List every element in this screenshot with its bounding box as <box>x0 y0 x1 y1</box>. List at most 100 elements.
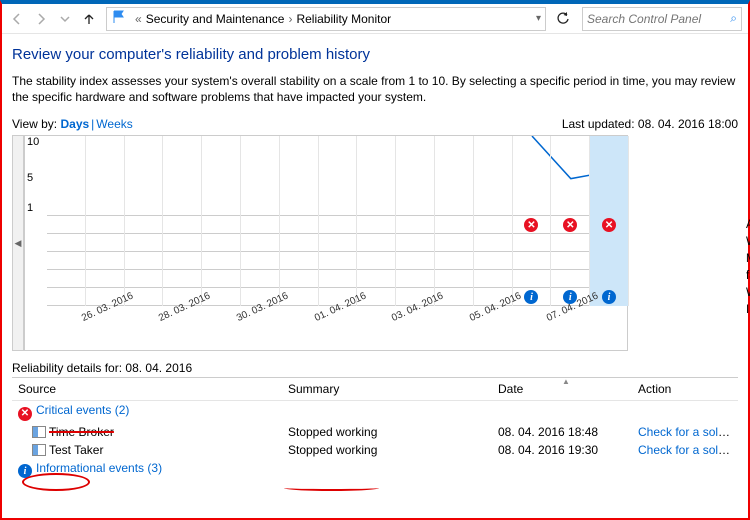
check-solution-link[interactable]: Check for a solution <box>638 425 738 439</box>
event-cell[interactable] <box>551 270 590 288</box>
event-cell[interactable] <box>163 270 202 288</box>
event-cell[interactable] <box>435 270 474 288</box>
chart-column[interactable] <box>319 136 358 216</box>
breadcrumb-dropdown-icon[interactable]: ▾ <box>536 13 541 24</box>
chart-column[interactable] <box>396 136 435 216</box>
breadcrumb-item[interactable]: Reliability Monitor <box>296 12 391 26</box>
event-cell[interactable] <box>163 252 202 270</box>
breadcrumb-overflow[interactable]: « <box>135 12 142 26</box>
group-label[interactable]: Critical events <box>36 403 111 417</box>
event-cell[interactable] <box>47 252 86 270</box>
scroll-earlier-button[interactable]: ◀ <box>12 135 24 351</box>
chart-column[interactable] <box>125 136 164 216</box>
event-cell[interactable] <box>396 216 435 234</box>
event-cell[interactable] <box>319 270 358 288</box>
event-cell[interactable]: ✕ <box>513 216 552 234</box>
event-cell[interactable] <box>125 234 164 252</box>
event-cell[interactable] <box>47 270 86 288</box>
forward-button[interactable] <box>30 8 52 30</box>
reliability-chart[interactable]: 10 5 1 ✕✕✕iii 26. 03. 201628. 03. 201630… <box>24 135 628 351</box>
group-label[interactable]: Informational events <box>36 461 144 475</box>
group-row[interactable]: ✕Critical events (2) <box>12 401 738 423</box>
check-solution-link[interactable]: Check for a solution <box>638 443 738 457</box>
col-date[interactable]: ▲Date <box>492 378 632 401</box>
col-action[interactable]: Action <box>632 378 738 401</box>
col-summary[interactable]: Summary <box>282 378 492 401</box>
chart-column[interactable] <box>513 136 552 216</box>
event-cell[interactable] <box>435 234 474 252</box>
event-cell[interactable] <box>396 234 435 252</box>
event-cell[interactable] <box>280 234 319 252</box>
view-by-weeks[interactable]: Weeks <box>96 117 132 131</box>
chart-column[interactable] <box>241 136 280 216</box>
event-cell[interactable] <box>551 252 590 270</box>
search-input[interactable] <box>587 12 730 26</box>
table-row[interactable]: Test TakerStopped working08. 04. 2016 19… <box>12 441 738 459</box>
event-cell[interactable] <box>163 234 202 252</box>
event-cell[interactable] <box>241 234 280 252</box>
event-cell[interactable] <box>319 234 358 252</box>
event-cell[interactable] <box>396 270 435 288</box>
event-cell[interactable] <box>513 252 552 270</box>
event-cell[interactable] <box>590 234 629 252</box>
event-cell[interactable] <box>319 252 358 270</box>
event-cell[interactable]: ✕ <box>551 216 590 234</box>
search-icon[interactable]: ⌕ <box>730 11 737 26</box>
chart-column[interactable] <box>474 136 513 216</box>
chart-column[interactable] <box>435 136 474 216</box>
view-by-days[interactable]: Days <box>60 117 89 131</box>
event-cell[interactable] <box>86 216 125 234</box>
event-cell[interactable] <box>202 252 241 270</box>
chart-column[interactable] <box>202 136 241 216</box>
event-cell[interactable] <box>357 270 396 288</box>
event-cell[interactable] <box>590 270 629 288</box>
event-cell[interactable] <box>396 252 435 270</box>
back-button[interactable] <box>6 8 28 30</box>
event-cell[interactable] <box>474 252 513 270</box>
event-cell[interactable] <box>47 216 86 234</box>
group-row[interactable]: iInformational events (3) <box>12 459 738 481</box>
event-cell[interactable] <box>357 234 396 252</box>
event-cell[interactable] <box>86 252 125 270</box>
breadcrumb[interactable]: « Security and Maintenance › Reliability… <box>106 7 546 31</box>
col-source[interactable]: Source <box>12 378 282 401</box>
chart-column[interactable] <box>357 136 396 216</box>
chart-column[interactable] <box>86 136 125 216</box>
search-box[interactable]: ⌕ <box>582 7 742 31</box>
event-cell[interactable] <box>86 270 125 288</box>
event-cell[interactable] <box>202 270 241 288</box>
event-cell[interactable] <box>474 216 513 234</box>
event-cell[interactable] <box>280 216 319 234</box>
event-cell[interactable] <box>435 216 474 234</box>
table-row[interactable]: Time BrokerStopped working08. 04. 2016 1… <box>12 423 738 441</box>
event-cell[interactable] <box>241 270 280 288</box>
refresh-button[interactable] <box>552 8 574 30</box>
event-cell[interactable] <box>590 252 629 270</box>
event-cell[interactable] <box>163 216 202 234</box>
recent-dropdown[interactable] <box>54 8 76 30</box>
event-cell[interactable] <box>125 270 164 288</box>
chart-column[interactable] <box>280 136 319 216</box>
event-cell[interactable] <box>513 234 552 252</box>
event-cell[interactable] <box>125 216 164 234</box>
up-button[interactable] <box>78 8 100 30</box>
event-cell[interactable] <box>474 270 513 288</box>
chart-line-area[interactable] <box>47 136 627 216</box>
event-cell[interactable] <box>241 252 280 270</box>
event-cell[interactable] <box>86 234 125 252</box>
event-cell[interactable] <box>280 252 319 270</box>
chart-column[interactable] <box>551 136 590 216</box>
event-cell[interactable] <box>202 216 241 234</box>
event-cell[interactable] <box>319 216 358 234</box>
chart-column[interactable] <box>590 136 629 216</box>
event-cell[interactable] <box>280 270 319 288</box>
event-cell[interactable] <box>357 216 396 234</box>
event-cell[interactable] <box>474 234 513 252</box>
breadcrumb-item[interactable]: Security and Maintenance <box>146 12 285 26</box>
event-cell[interactable] <box>47 288 86 306</box>
event-cell[interactable] <box>125 252 164 270</box>
event-cell[interactable] <box>435 252 474 270</box>
event-cell[interactable] <box>513 270 552 288</box>
event-grid[interactable]: ✕✕✕iii <box>47 216 627 306</box>
chart-column[interactable] <box>47 136 86 216</box>
